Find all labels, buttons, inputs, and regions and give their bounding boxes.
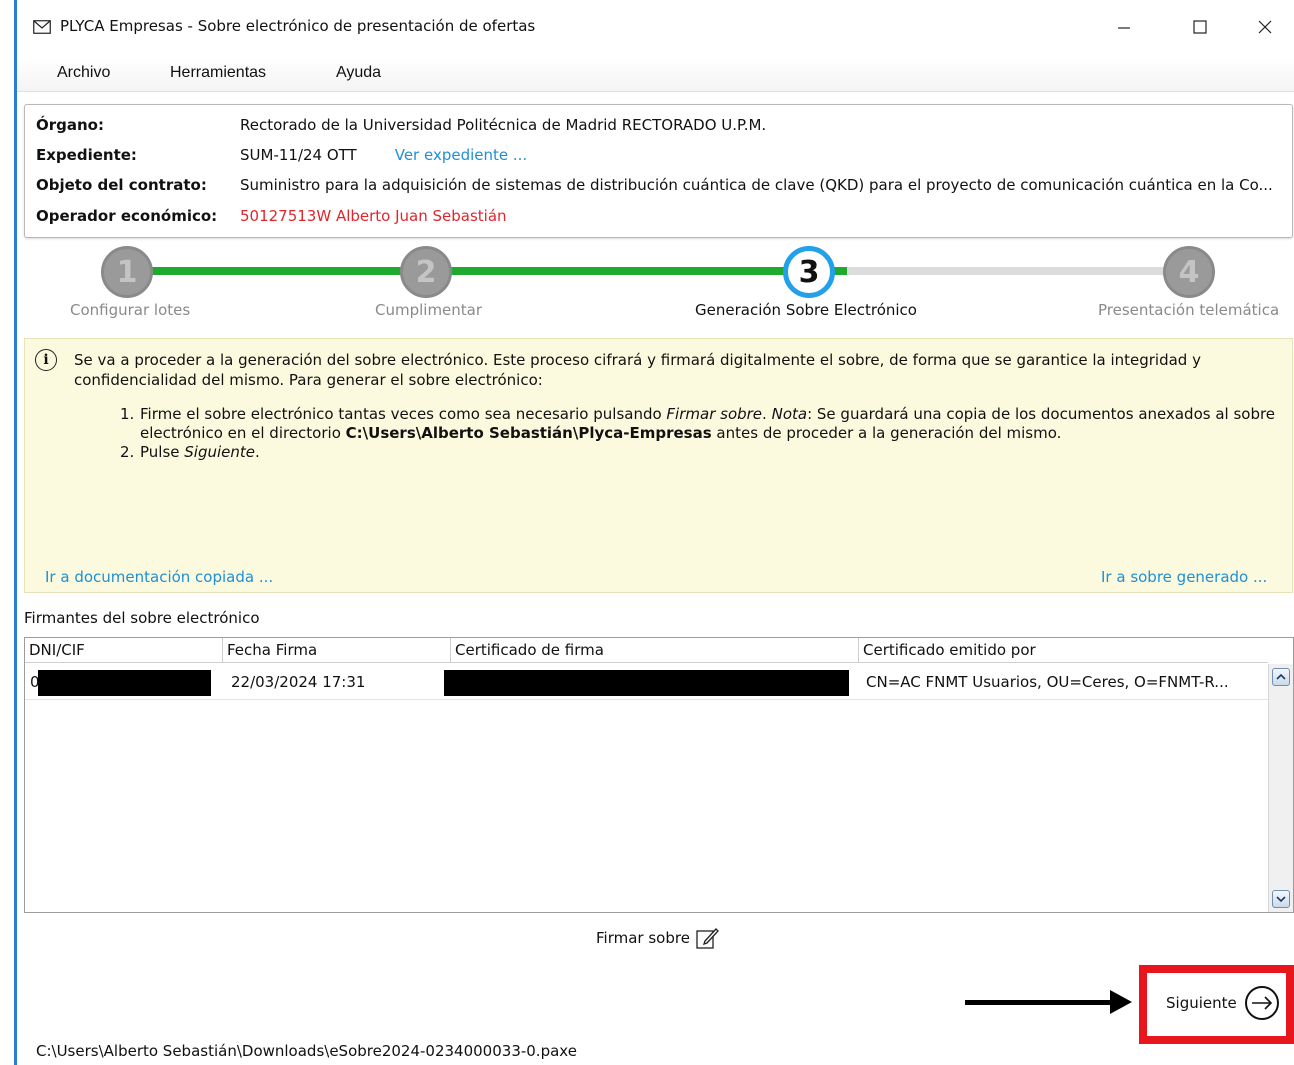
cell-fecha: 22/03/2024 17:31 <box>231 673 366 691</box>
step-4-circle: 4 <box>1163 246 1215 298</box>
notice-intro: Se va a proceder a la generación del sob… <box>74 351 1201 389</box>
siguiente-label: Siguiente <box>1166 994 1237 1012</box>
menu-ayuda[interactable]: Ayuda <box>336 64 381 82</box>
expediente-label: Expediente: <box>36 146 137 164</box>
organo-row: Órgano: Rectorado de la Universidad Poli… <box>36 114 766 136</box>
notice-nota-emphasis: Nota <box>771 405 808 423</box>
close-button[interactable] <box>1245 12 1285 42</box>
expediente-row: Expediente: SUM-11/24 OTT Ver expediente… <box>36 144 527 166</box>
menu-archivo[interactable]: Archivo <box>57 64 110 82</box>
redacted-certificado <box>444 670 849 696</box>
minimize-button[interactable] <box>1104 12 1144 42</box>
step-3-circle: 3 <box>783 246 835 298</box>
chevron-down-icon <box>1276 896 1286 903</box>
column-header-certificado[interactable]: Certificado de firma <box>451 638 859 663</box>
notice-step-2-part-b: . <box>255 443 260 461</box>
step-3-label: Generación Sobre Electrónico <box>695 301 917 319</box>
step-1-label: Configurar lotes <box>70 301 191 319</box>
organo-label: Órgano: <box>36 116 104 134</box>
chevron-up-icon <box>1276 673 1286 680</box>
annotation-arrow-head <box>1110 990 1132 1014</box>
notice-step-1-number: 1. <box>120 405 135 423</box>
operador-value: 50127513W Alberto Juan Sebastián <box>240 207 507 225</box>
table-header: DNI/CIF Fecha Firma Certificado de firma… <box>25 638 1268 663</box>
redacted-dni <box>38 670 211 696</box>
siguiente-button[interactable]: Siguiente <box>1166 986 1279 1020</box>
notice-step-1-part-b: . <box>762 405 772 423</box>
notice-directory-path: C:\Users\Alberto Sebastián\Plyca-Empresa… <box>345 424 712 442</box>
organo-value: Rectorado de la Universidad Politécnica … <box>240 116 767 134</box>
step-4-label: Presentación telemática <box>1098 301 1280 319</box>
table-row[interactable]: 0 22/03/2024 17:31 CN=AC FNMT Usuarios, … <box>25 664 1268 700</box>
envelope-icon <box>33 20 51 34</box>
operador-label: Operador económico: <box>36 207 218 225</box>
notice-step-2: 2. Pulse Siguiente. <box>120 443 1290 462</box>
instructions-notice: i Se va a proceder a la generación del s… <box>24 338 1293 593</box>
maximize-button[interactable] <box>1180 12 1220 42</box>
arrow-right-icon <box>1244 986 1279 1020</box>
notice-step-2-number: 2. <box>120 443 135 461</box>
signers-title: Firmantes del sobre electrónico <box>24 609 260 627</box>
signers-table: DNI/CIF Fecha Firma Certificado de firma… <box>24 637 1294 913</box>
scroll-down-button[interactable] <box>1272 890 1290 908</box>
menu-herramientas[interactable]: Herramientas <box>170 64 266 82</box>
maximize-icon <box>1193 20 1207 34</box>
firmar-sobre-button[interactable]: Firmar sobre <box>596 926 720 950</box>
expediente-value: SUM-11/24 OTT <box>240 146 357 164</box>
title-bar: PLYCA Empresas - Sobre electrónico de pr… <box>17 0 1294 54</box>
sobre-generado-link[interactable]: Ir a sobre generado ... <box>1101 568 1267 586</box>
minimize-icon <box>1118 27 1130 29</box>
edit-icon <box>696 928 719 949</box>
column-header-fecha[interactable]: Fecha Firma <box>223 638 451 663</box>
firmar-sobre-label: Firmar sobre <box>596 929 690 947</box>
info-icon: i <box>35 349 57 371</box>
ver-expediente-link[interactable]: Ver expediente ... <box>395 146 527 164</box>
cell-emisor: CN=AC FNMT Usuarios, OU=Ceres, O=FNMT-R.… <box>866 673 1229 691</box>
notice-siguiente-emphasis: Siguiente <box>184 443 256 461</box>
notice-steps-list: 1. Firme el sobre electrónico tantas vec… <box>120 405 1290 462</box>
notice-firmar-sobre-emphasis: Firmar sobre <box>666 405 763 423</box>
column-header-dni[interactable]: DNI/CIF <box>25 638 223 663</box>
close-icon <box>1258 20 1272 34</box>
wizard-stepper: 1 2 3 4 Configurar lotes Cumplimentar Ge… <box>24 240 1294 332</box>
objeto-row: Objeto del contrato: Suministro para la … <box>36 174 1273 196</box>
column-header-emisor[interactable]: Certificado emitido por <box>859 638 1268 663</box>
annotation-arrow-line <box>965 1000 1115 1005</box>
notice-step-1-part-d: antes de proceder a la generación del mi… <box>711 424 1062 442</box>
stepper-progress <box>152 267 847 275</box>
objeto-value: Suministro para la adquisición de sistem… <box>240 176 1273 194</box>
contract-info-panel: Órgano: Rectorado de la Universidad Poli… <box>24 104 1293 238</box>
window-title: PLYCA Empresas - Sobre electrónico de pr… <box>60 17 536 35</box>
notice-step-2-text: Pulse Siguiente. <box>140 443 260 462</box>
objeto-label: Objeto del contrato: <box>36 176 207 194</box>
menu-bar: Archivo Herramientas Ayuda <box>17 56 1294 92</box>
step-1-circle: 1 <box>101 246 153 298</box>
table-scrollbar[interactable] <box>1268 664 1293 912</box>
step-2-label: Cumplimentar <box>375 301 483 319</box>
scroll-up-button[interactable] <box>1272 668 1290 686</box>
status-path: C:\Users\Alberto Sebastián\Downloads\eSo… <box>36 1042 577 1060</box>
operador-row: Operador económico: 50127513W Alberto Ju… <box>36 205 507 227</box>
notice-step-1: 1. Firme el sobre electrónico tantas vec… <box>120 405 1290 443</box>
step-2-circle: 2 <box>400 246 452 298</box>
notice-step-1-text: Firme el sobre electrónico tantas veces … <box>140 405 1290 443</box>
notice-step-1-part-a: Firme el sobre electrónico tantas veces … <box>140 405 667 423</box>
notice-step-2-part-a: Pulse <box>140 443 185 461</box>
documentacion-copiada-link[interactable]: Ir a documentación copiada ... <box>45 568 273 586</box>
window-accent-border <box>14 0 17 1065</box>
